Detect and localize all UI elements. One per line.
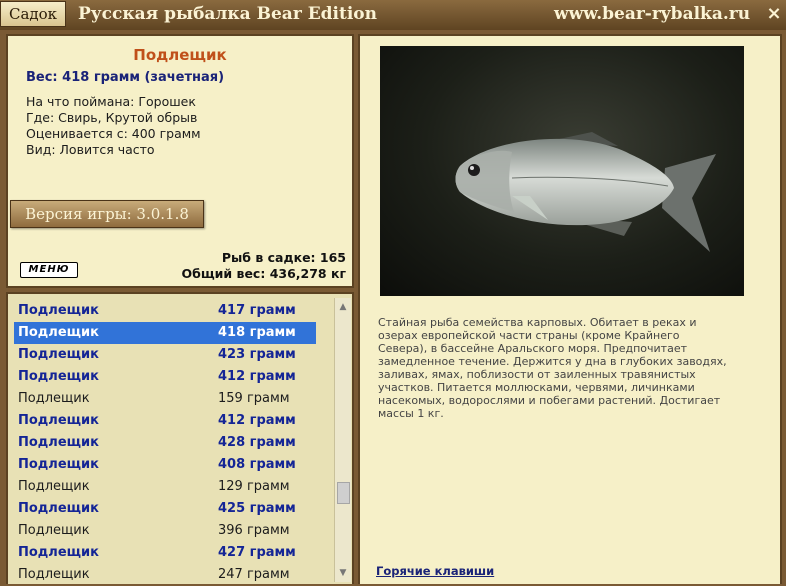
catch-list-row[interactable]: Подлещик 428 грамм [14, 432, 316, 454]
species-frequency-info: Вид: Ловится часто [26, 142, 155, 157]
catch-fish-name: Подлещик [18, 545, 99, 560]
catch-fish-name: Подлещик [18, 369, 99, 384]
catch-list-row[interactable]: Подлещик 425 грамм [14, 498, 316, 520]
catch-fish-weight: 412 грамм [218, 413, 296, 428]
rating-threshold-info: Оценивается с: 400 грамм [26, 126, 201, 141]
catch-list-row[interactable]: Подлещик 427 грамм [14, 542, 316, 564]
game-version-button[interactable]: Версия игры: 3.0.1.8 [10, 200, 204, 228]
fish-details-panel: Стайная рыба семейства карповых. Обитает… [358, 34, 782, 584]
catch-fish-name: Подлещик [18, 391, 90, 406]
list-scrollbar[interactable]: ▲ ▼ [334, 298, 351, 582]
title-bar: Садок Русская рыбалка Bear Edition www.b… [0, 0, 786, 30]
catch-fish-name: Подлещик [18, 523, 90, 538]
catch-fish-weight: 396 грамм [218, 523, 290, 538]
catch-fish-name: Подлещик [18, 325, 99, 340]
fish-illustration [455, 132, 716, 252]
fish-weight: Вес: 418 грамм (зачетная) [26, 70, 225, 85]
fish-info-panel: Подлещик Вес: 418 грамм (зачетная) На чт… [6, 34, 354, 288]
catch-fish-weight: 159 грамм [218, 391, 290, 406]
catch-list-row[interactable]: Подлещик 159 грамм [14, 388, 316, 410]
catch-fish-name: Подлещик [18, 303, 99, 318]
catch-fish-name: Подлещик [18, 413, 99, 428]
catch-list-row[interactable]: Подлещик 396 грамм [14, 520, 316, 542]
catch-list-row[interactable]: Подлещик 423 грамм [14, 344, 316, 366]
catch-fish-weight: 408 грамм [218, 457, 296, 472]
catch-fish-weight: 129 грамм [218, 479, 290, 494]
scroll-down-icon[interactable]: ▼ [335, 566, 351, 580]
catch-fish-name: Подлещик [18, 457, 99, 472]
catch-list-row[interactable]: Подлещик 417 грамм [14, 300, 316, 322]
hotkeys-link[interactable]: Горячие клавиши [376, 564, 494, 578]
catch-list-row[interactable]: Подлещик 129 грамм [14, 476, 316, 498]
total-weight: Общий вес: 436,278 кг [181, 266, 347, 281]
catch-list-row[interactable]: Подлещик 408 грамм [14, 454, 316, 476]
sadok-button[interactable]: Садок [0, 1, 66, 27]
site-url-link[interactable]: www.bear-rybalka.ru [554, 4, 750, 24]
fish-name-heading: Подлещик [133, 46, 227, 64]
catch-list-row[interactable]: Подлещик 247 грамм [14, 564, 316, 586]
catch-list-panel: Подлещик 417 грамм Подлещик 418 грамм Подлещ… [6, 292, 354, 584]
fish-photo [380, 46, 744, 296]
menu-logo-button[interactable]: МЕНЮ [20, 262, 78, 278]
location-info: Где: Свирь, Крутой обрыв [26, 110, 198, 125]
catch-fish-weight: 418 грамм [218, 325, 296, 340]
app-title: Русская рыбалка Bear Edition [78, 4, 378, 24]
catch-fish-weight: 425 грамм [218, 501, 296, 516]
catch-fish-name: Подлещик [18, 567, 90, 582]
catch-list-row[interactable]: Подлещик 418 грамм [14, 322, 316, 344]
catch-list-row[interactable]: Подлещик 412 грамм [14, 366, 316, 388]
catch-fish-weight: 423 грамм [218, 347, 296, 362]
close-icon[interactable]: × [764, 4, 784, 24]
catch-fish-weight: 417 грамм [218, 303, 296, 318]
catch-fish-name: Подлещик [18, 501, 99, 516]
bait-info: На что поймана: Горошек [26, 94, 196, 109]
catch-fish-name: Подлещик [18, 435, 99, 450]
catch-list-row[interactable]: Подлещик 412 грамм [14, 410, 316, 432]
catch-fish-weight: 427 грамм [218, 545, 296, 560]
catch-fish-name: Подлещик [18, 347, 99, 362]
fish-description: Стайная рыба семейства карповых. Обитает… [378, 316, 727, 420]
scroll-up-icon[interactable]: ▲ [335, 300, 351, 314]
fish-count: Рыб в садке: 165 [221, 250, 346, 265]
catch-fish-name: Подлещик [18, 479, 90, 494]
catch-list: Подлещик 417 грамм Подлещик 418 грамм Подлещ… [14, 300, 316, 586]
catch-fish-weight: 428 грамм [218, 435, 296, 450]
catch-fish-weight: 247 грамм [218, 567, 290, 582]
scroll-thumb[interactable] [337, 482, 350, 504]
catch-fish-weight: 412 грамм [218, 369, 296, 384]
